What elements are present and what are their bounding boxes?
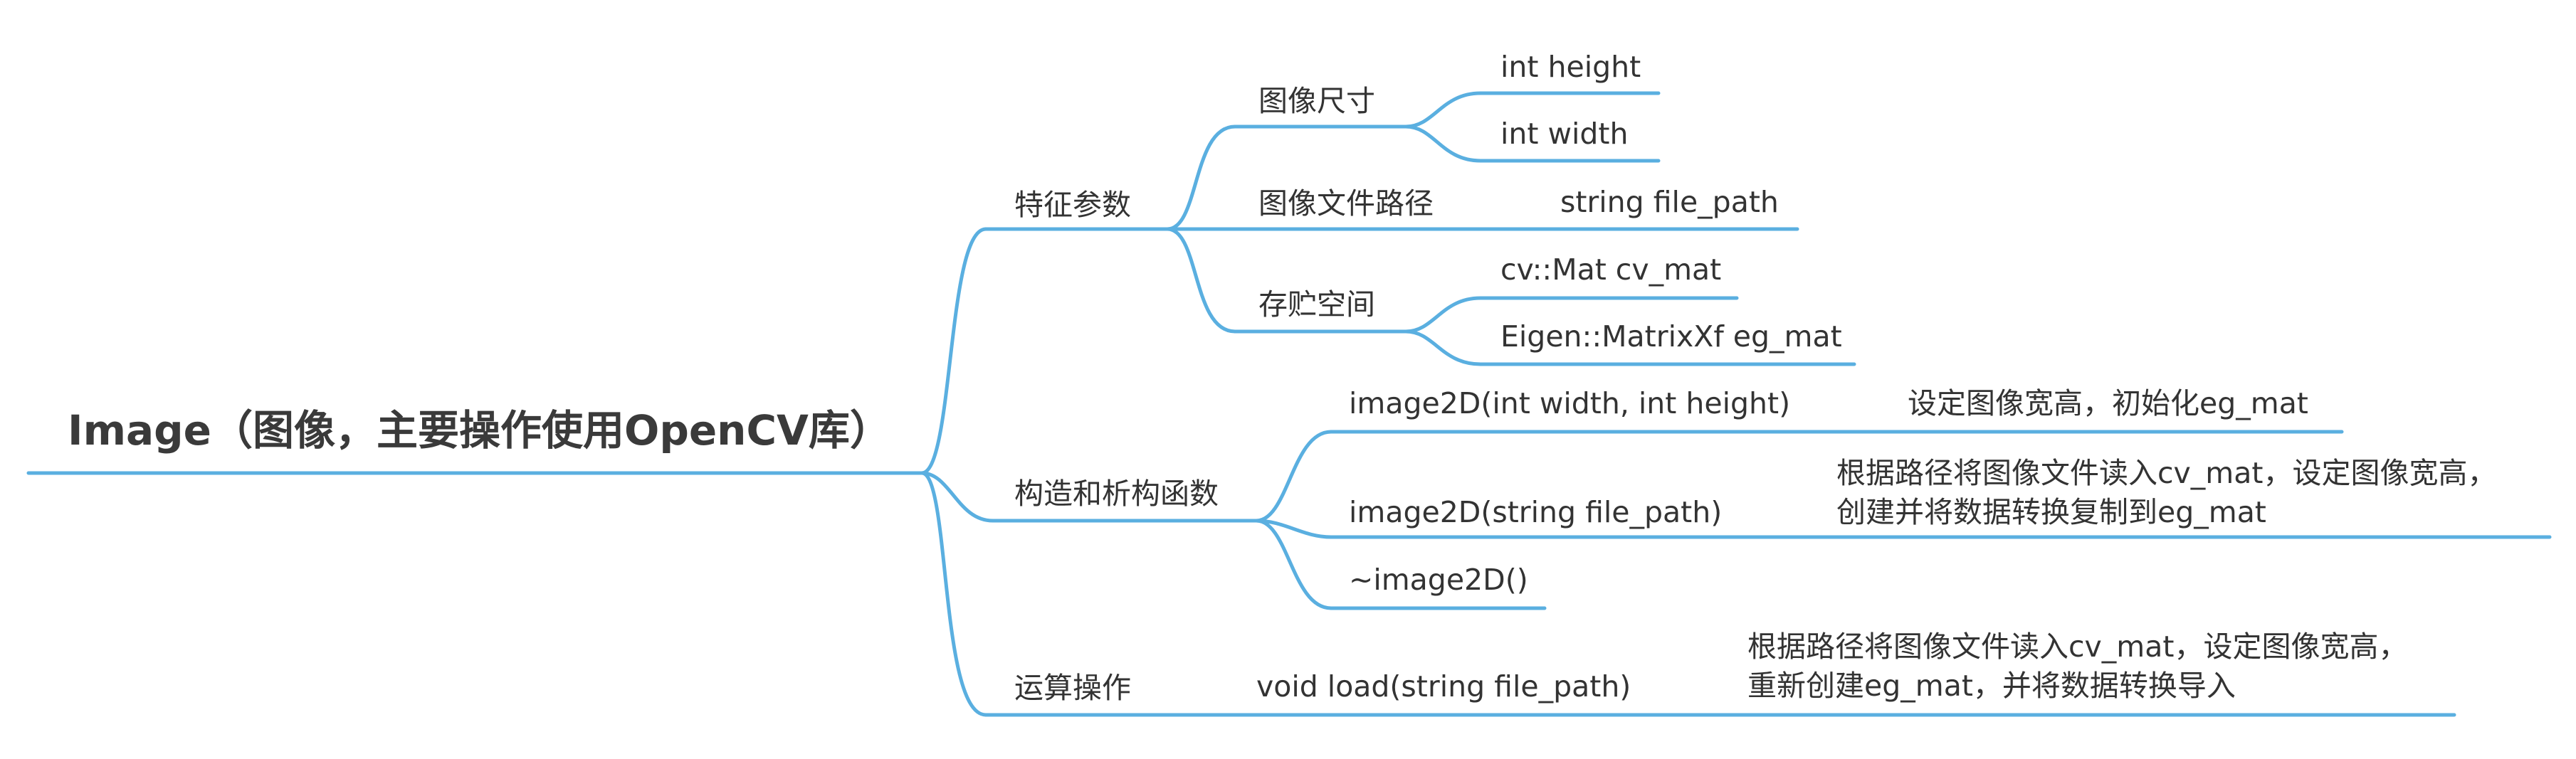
ctor1-note-label: 设定图像宽高，初始化eg_mat [1908, 386, 2308, 420]
edge-ctor-dtor [1254, 519, 1333, 610]
ctor2-note-line1: 根据路径将图像文件读入cv_mat，设定图像宽高， [1836, 456, 2497, 490]
load-node-label: void load(string file_path) [1256, 669, 1631, 704]
height-node-label: int height [1500, 50, 1641, 84]
load-note-line1: 根据路径将图像文件读入cv_mat，设定图像宽高， [1747, 630, 2408, 664]
root-node-label: Image（图像，主要操作使用OpenCV库） [68, 406, 891, 455]
ctor-node-label: 构造和析构函数 [1014, 477, 1219, 511]
size-node-label: 图像尺寸 [1258, 84, 1375, 118]
features-node-label: 特征参数 [1014, 188, 1131, 222]
edge-root-ctor [920, 471, 995, 523]
storage-node-label: 存贮空间 [1258, 287, 1375, 322]
cv-mat-node-label: cv::Mat cv_mat [1500, 253, 1722, 287]
edge-size-height [1404, 91, 1483, 129]
ctor2-node-label: image2D(string file_path) [1349, 495, 1723, 529]
ops-node-label: 运算操作 [1014, 671, 1131, 705]
edge-features-size [1165, 124, 1237, 231]
eg-mat-node-label: Eigen::MatrixXf eg_mat [1500, 319, 1842, 354]
file-path-node-label: string file_path [1560, 185, 1779, 219]
edge-storage-eg [1404, 329, 1483, 366]
width-node-label: int width [1500, 117, 1629, 151]
load-note-line2: 重新创建eg_mat，并将数据转换导入 [1747, 669, 2236, 703]
edge-root-features [920, 227, 988, 475]
edge-storage-cv [1404, 296, 1483, 334]
dtor-node-label: ~image2D() [1349, 563, 1528, 597]
edge-size-width [1404, 124, 1483, 163]
edge-ctor-c1 [1254, 430, 1333, 523]
ctor2-note-line2: 创建并将数据转换复制到eg_mat [1836, 495, 2266, 529]
edge-features-storage [1165, 227, 1237, 334]
path-node-label: 图像文件路径 [1258, 186, 1434, 221]
edge-root-ops [920, 471, 988, 717]
ctor1-node-label: image2D(int width, int height) [1349, 386, 1791, 420]
